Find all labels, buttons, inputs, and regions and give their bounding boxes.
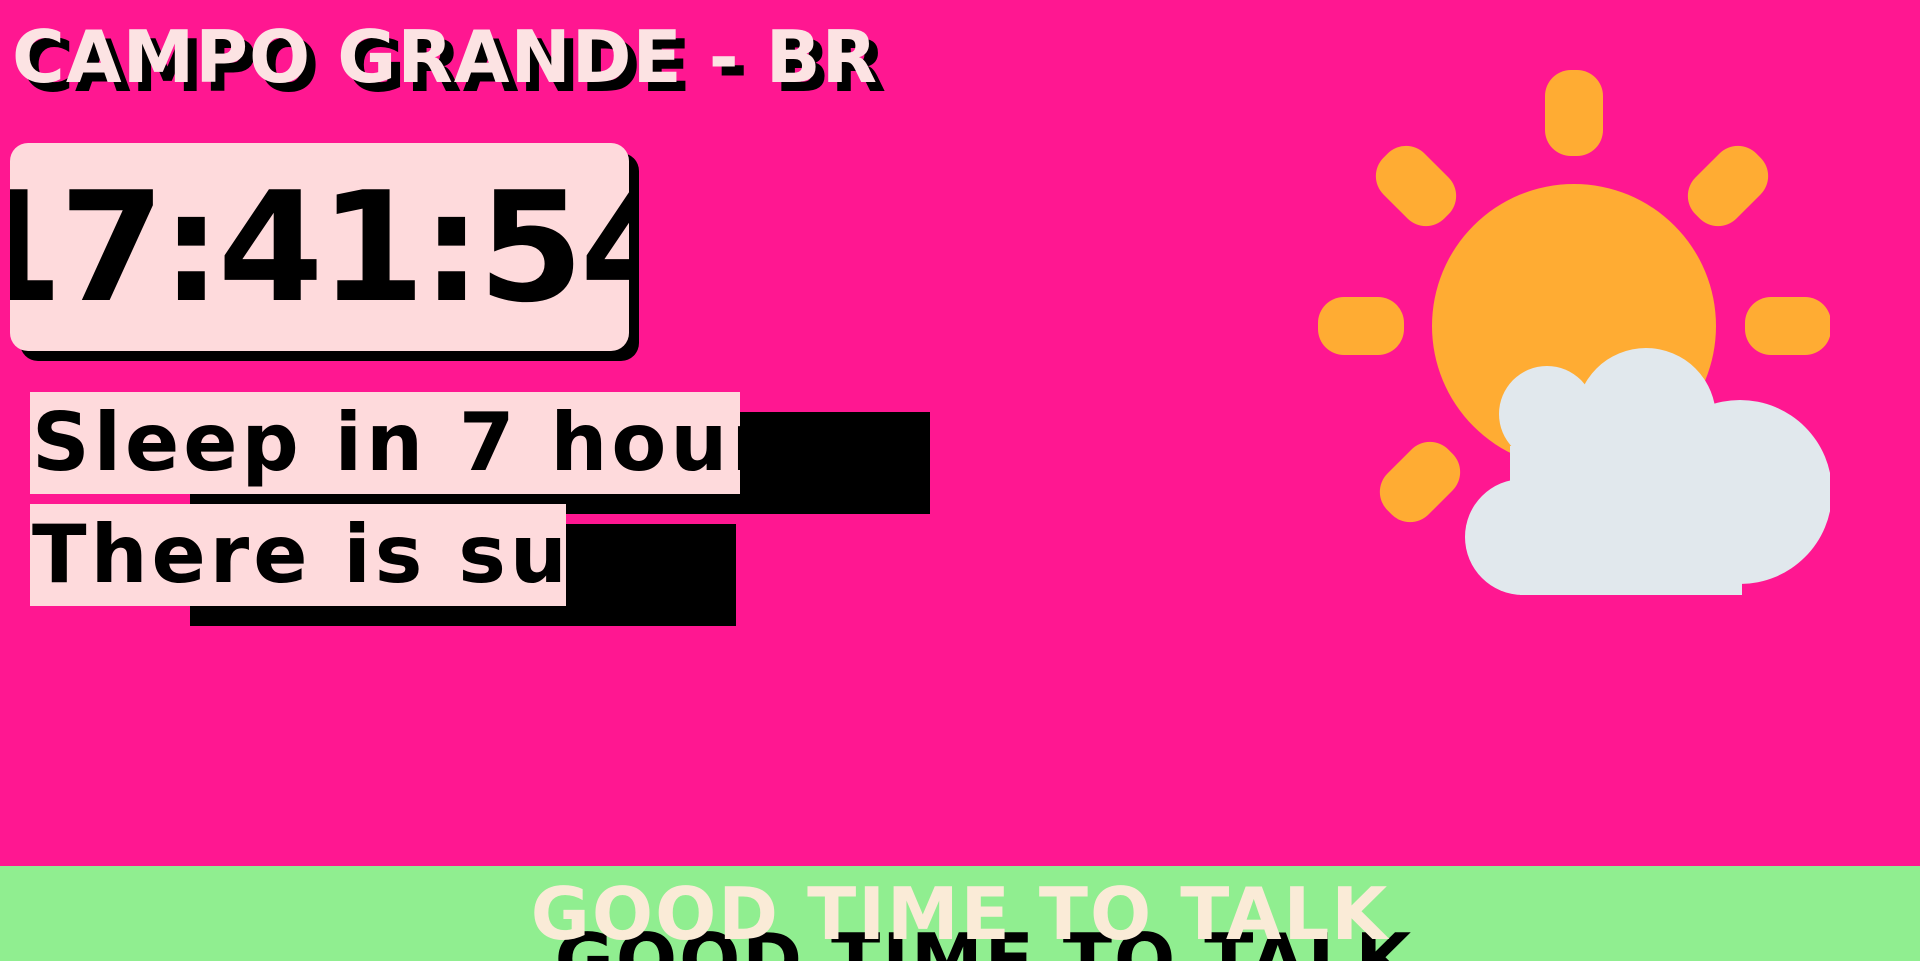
status-banner: GOOD TIME TO TALK (0, 866, 1920, 961)
weather-message-text: There is sun (30, 504, 628, 606)
sleep-message-text: Sleep in 7 hours (30, 392, 822, 494)
sun-behind-cloud-icon (1310, 66, 1832, 596)
status-banner-text: GOOD TIME TO TALK (530, 872, 1390, 956)
cloud-icon (1465, 348, 1832, 595)
clock-card: 17:41:54 (10, 143, 639, 361)
clock-time: 17:41:54 (10, 143, 629, 351)
location-title: CAMPO GRANDE - BR (12, 15, 879, 99)
